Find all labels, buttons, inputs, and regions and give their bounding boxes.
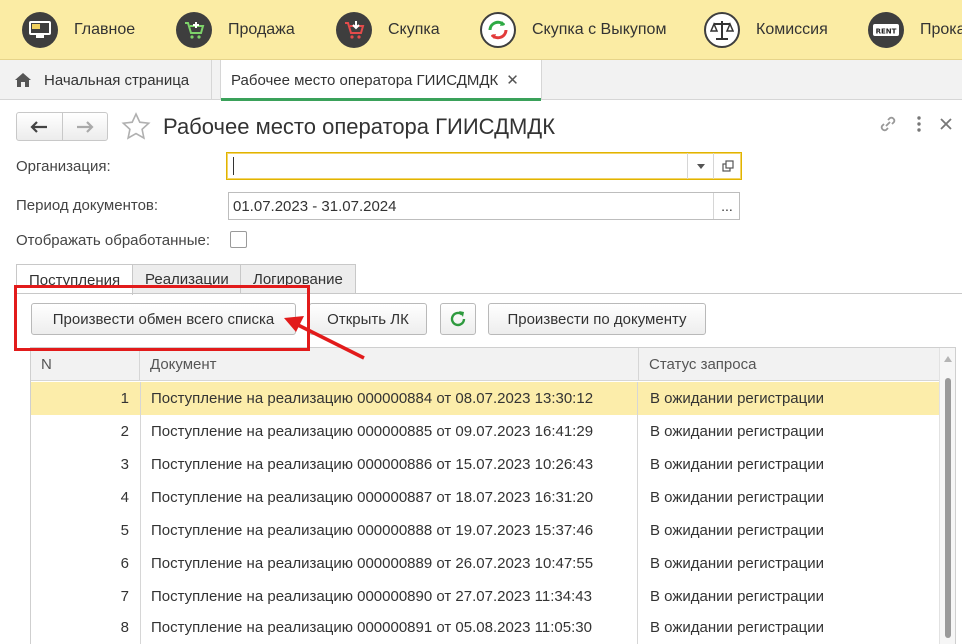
row-status: В ожидании регистрации: [650, 423, 825, 440]
annotation-highlight-box: [14, 285, 310, 351]
table-row[interactable]: 5 Поступление на реализацию 000000888 от…: [31, 514, 941, 547]
nav-item-buy-redeem[interactable]: Скупка с Выкупом: [480, 0, 666, 60]
arrow-left-icon: [30, 120, 48, 133]
row-number: 1: [120, 390, 129, 407]
show-processed-label: Отображать обработанные:: [16, 232, 211, 249]
table-row[interactable]: 3 Поступление на реализацию 000000886 от…: [31, 448, 941, 481]
row-status: В ожидании регистрации: [650, 588, 825, 605]
table-scrollbar[interactable]: [939, 348, 955, 644]
row-number: 7: [120, 588, 129, 605]
open-lk-button[interactable]: Открыть ЛК: [309, 303, 427, 335]
row-document: Поступление на реализацию 000000884 от 0…: [140, 382, 638, 415]
text-cursor: [233, 157, 234, 175]
header-actions: [878, 114, 952, 134]
row-document: Поступление на реализацию 000000890 от 2…: [140, 580, 638, 613]
nav-label-buy: Скупка: [388, 20, 440, 38]
table-row[interactable]: 6 Поступление на реализацию 000000889 от…: [31, 547, 941, 580]
nav-item-buy[interactable]: Скупка: [336, 0, 440, 60]
table-row[interactable]: 7 Поступление на реализацию 000000890 от…: [31, 580, 941, 613]
table-row[interactable]: 8 Поступление на реализацию 000000891 от…: [31, 613, 941, 644]
exchange-by-document-button[interactable]: Произвести по документу: [488, 303, 706, 335]
nav-item-rent[interactable]: RENT Прока: [868, 0, 962, 60]
row-document: Поступление на реализацию 000000887 от 1…: [140, 481, 638, 514]
row-status: В ожидании регистрации: [650, 619, 825, 636]
top-section-panel: Главное Продажа Скупка Скупка с Выкупом …: [0, 0, 962, 60]
tab-giisdmdk[interactable]: Рабочее место оператора ГИИСДМДК ✕: [220, 60, 542, 101]
scales-icon: [704, 11, 740, 48]
history-nav-buttons: [16, 112, 108, 141]
row-status: В ожидании регистрации: [650, 489, 825, 506]
period-label: Период документов:: [16, 197, 159, 214]
organization-open-button[interactable]: [713, 153, 741, 179]
close-icon[interactable]: ✕: [506, 71, 519, 89]
period-value: 01.07.2023 - 31.07.2024: [233, 197, 397, 215]
table-row[interactable]: 2 Поступление на реализацию 000000885 от…: [31, 415, 941, 448]
favorite-star-icon[interactable]: [120, 111, 152, 143]
link-icon[interactable]: [878, 114, 898, 134]
organization-field[interactable]: [226, 152, 742, 180]
period-select-button[interactable]: ...: [713, 193, 740, 219]
organization-label: Организация:: [16, 158, 111, 175]
row-number: 8: [120, 619, 129, 636]
row-document: Поступление на реализацию 000000889 от 2…: [140, 547, 638, 580]
row-status: В ожидании регистрации: [650, 390, 825, 407]
rent-icon: RENT: [868, 11, 904, 48]
cart-down-icon: [336, 11, 372, 48]
scroll-up-arrow-icon[interactable]: [944, 356, 952, 362]
nav-item-sale[interactable]: Продажа: [176, 0, 295, 60]
row-document: Поступление на реализацию 000000891 от 0…: [140, 613, 638, 644]
forward-button[interactable]: [63, 113, 108, 140]
row-status: В ожидании регистрации: [650, 456, 825, 473]
nav-item-main[interactable]: Главное: [22, 0, 135, 60]
page-title: Рабочее место оператора ГИИСДМДК: [163, 114, 556, 139]
tab-active-label: Рабочее место оператора ГИИСДМДК: [231, 71, 499, 89]
refresh-circle-icon: [480, 11, 516, 48]
cart-plus-icon: [176, 11, 212, 48]
nav-item-commission[interactable]: Комиссия: [704, 0, 828, 60]
nav-label-main: Главное: [74, 20, 136, 38]
svg-text:RENT: RENT: [876, 27, 897, 35]
row-number: 2: [120, 423, 129, 440]
row-number: 4: [120, 489, 129, 506]
nav-label-rent: Прока: [920, 20, 962, 38]
row-document: Поступление на реализацию 000000888 от 1…: [140, 514, 638, 547]
row-status: В ожидании регистрации: [650, 555, 825, 572]
open-window-icon: [721, 160, 734, 172]
column-header-document[interactable]: Документ: [140, 348, 639, 381]
refresh-icon: [449, 310, 467, 328]
row-document: Поступление на реализацию 000000886 от 1…: [140, 448, 638, 481]
scroll-thumb[interactable]: [945, 378, 951, 638]
row-document: Поступление на реализацию 000000885 от 0…: [140, 415, 638, 448]
row-status: В ожидании регистрации: [650, 522, 825, 539]
organization-dropdown-button[interactable]: [687, 153, 713, 179]
tab-home[interactable]: Начальная страница: [0, 60, 212, 100]
table-header: N Документ Статус запроса: [31, 348, 941, 381]
tab-home-label: Начальная страница: [44, 71, 190, 89]
nav-label-sale: Продажа: [228, 20, 295, 38]
nav-label-buy-redeem: Скупка с Выкупом: [532, 20, 667, 38]
chevron-down-icon: [696, 163, 705, 169]
arrow-right-icon: [76, 120, 94, 133]
row-number: 3: [120, 456, 129, 473]
nav-label-commission: Комиссия: [756, 20, 828, 38]
more-vertical-icon[interactable]: [916, 115, 922, 133]
refresh-button[interactable]: [440, 303, 476, 335]
desktop-icon: [22, 11, 58, 48]
period-field[interactable]: 01.07.2023 - 31.07.2024 ...: [228, 192, 740, 220]
close-window-icon[interactable]: [940, 118, 952, 130]
table-row[interactable]: 1 Поступление на реализацию 000000884 от…: [31, 382, 941, 415]
open-windows-tabbar: Начальная страница Рабочее место операто…: [0, 60, 962, 101]
row-number: 6: [120, 555, 129, 572]
show-processed-checkbox[interactable]: [230, 231, 247, 248]
documents-table: N Документ Статус запроса 1 Поступление …: [30, 347, 956, 644]
column-header-status[interactable]: Статус запроса: [639, 348, 941, 381]
column-header-n[interactable]: N: [31, 348, 140, 381]
home-icon: [14, 72, 32, 88]
row-number: 5: [120, 522, 129, 539]
table-row[interactable]: 4 Поступление на реализацию 000000887 от…: [31, 481, 941, 514]
back-button[interactable]: [17, 113, 63, 140]
